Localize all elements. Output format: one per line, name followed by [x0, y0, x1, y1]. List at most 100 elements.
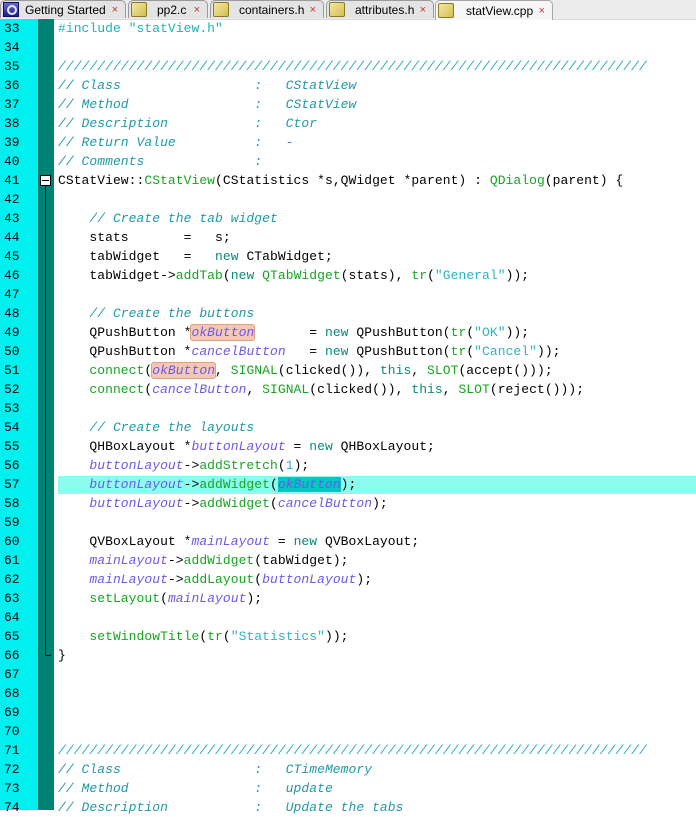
code-line[interactable]: 34 [0, 38, 696, 57]
code-line[interactable]: 50 QPushButton *cancelButton = new QPush… [0, 342, 696, 361]
code-line[interactable]: 35 //////////////////////////////////////… [0, 57, 696, 76]
code-token: ); [356, 572, 373, 587]
code-line[interactable]: 72 // Class : CTimeMemory [0, 760, 696, 779]
code-line[interactable]: 42 [0, 190, 696, 209]
app-icon [3, 2, 19, 17]
tab-containers-h[interactable]: containers.h × [210, 0, 324, 18]
code-line[interactable]: 64 [0, 608, 696, 627]
code-line[interactable]: 48 // Create the buttons [0, 304, 696, 323]
code-line[interactable]: 73 // Method : update [0, 779, 696, 798]
code-token: ( [160, 591, 168, 606]
line-number: 44 [4, 230, 20, 245]
tab-statview-cpp[interactable]: statView.cpp × [435, 0, 553, 20]
line-number: 69 [4, 705, 20, 720]
code-line[interactable]: 38 // Description : Ctor [0, 114, 696, 133]
code-line[interactable]: 41 CStatView::CStatView(CStatistics *s,QW… [0, 171, 696, 190]
code-text: // Class : CStatView [58, 76, 356, 95]
code-line[interactable]: 45 tabWidget = new CTabWidget; [0, 247, 696, 266]
code-token: QDialog [489, 173, 545, 188]
code-line[interactable]: 33 #include "statView.h" [0, 19, 696, 38]
code-token: , [246, 382, 263, 397]
close-icon[interactable]: × [112, 4, 118, 16]
code-line[interactable]: 49 QPushButton *okButton = new QPushButt… [0, 323, 696, 342]
code-line[interactable]: 68 [0, 684, 696, 703]
line-number: 71 [4, 743, 20, 758]
current-code-line[interactable]: 57 buttonLayout->addWidget(okButton); [0, 475, 696, 494]
line-number: 57 [4, 477, 20, 492]
code-line[interactable]: 46 tabWidget->addTab(new QTabWidget(stat… [0, 266, 696, 285]
code-line[interactable]: 36 // Class : CStatView [0, 76, 696, 95]
tab-getting-started[interactable]: Getting Started × [0, 0, 126, 18]
code-token: (clicked()), [277, 363, 380, 378]
code-line[interactable]: 71 //////////////////////////////////////… [0, 741, 696, 760]
code-token: QVBoxLayout; [317, 534, 420, 549]
code-token: , [411, 363, 428, 378]
code-line[interactable]: 40 // Comments : [0, 152, 696, 171]
fold-collapse-icon[interactable] [40, 175, 51, 186]
code-line[interactable]: 55 QHBoxLayout *buttonLayout = new QHBox… [0, 437, 696, 456]
cpp-file-icon [438, 3, 454, 18]
line-number: 48 [4, 306, 20, 321]
code-line[interactable]: 60 QVBoxLayout *mainLayout = new QVBoxLa… [0, 532, 696, 551]
close-icon[interactable]: × [420, 4, 426, 16]
code-line[interactable]: 56 buttonLayout->addStretch(1); [0, 456, 696, 475]
code-token: mainLayout [89, 553, 168, 568]
code-line[interactable]: 52 connect(cancelButton, SIGNAL(clicked(… [0, 380, 696, 399]
code-line[interactable]: 53 [0, 399, 696, 418]
code-token: )); [505, 268, 530, 283]
code-token: QPushButton * [58, 344, 192, 359]
code-line[interactable]: 37 // Method : CStatView [0, 95, 696, 114]
line-number: 54 [4, 420, 20, 435]
code-token: addTab [175, 268, 223, 283]
code-line[interactable]: 66} [0, 646, 696, 665]
code-line[interactable]: 63 setLayout(mainLayout); [0, 589, 696, 608]
code-token: // Description : Ctor [58, 116, 318, 131]
code-line[interactable]: 44 stats = s; [0, 228, 696, 247]
code-token: ( [270, 496, 278, 511]
close-icon[interactable]: × [194, 4, 200, 16]
code-token: // Class : CStatView [58, 78, 357, 93]
code-line[interactable]: 54 // Create the layouts [0, 418, 696, 437]
editor-tab-bar: Getting Started × pp2.c × containers.h ×… [0, 0, 696, 20]
code-token: buttonLayout [89, 458, 184, 473]
code-token: ( [277, 458, 286, 473]
line-number: 61 [4, 553, 20, 568]
code-line[interactable]: 62 mainLayout->addLayout(buttonLayout); [0, 570, 696, 589]
line-number: 36 [4, 78, 20, 93]
tab-attributes-h[interactable]: attributes.h × [326, 0, 434, 18]
code-text: stats = s; [58, 228, 231, 247]
code-line[interactable]: 67 [0, 665, 696, 684]
code-token: QPushButton * [58, 325, 192, 340]
code-token: = [285, 439, 310, 454]
code-line[interactable]: 47 [0, 285, 696, 304]
line-number: 37 [4, 97, 20, 112]
code-text: QVBoxLayout *mainLayout = new QVBoxLayou… [58, 532, 419, 551]
code-line[interactable]: 74 // Description : Update the tabs [0, 798, 696, 817]
code-token: SLOT [458, 382, 490, 397]
close-icon[interactable]: × [310, 4, 316, 16]
close-icon[interactable]: × [539, 5, 545, 17]
code-line[interactable]: 65 setWindowTitle(tr("Statistics")); [0, 627, 696, 646]
line-number: 46 [4, 268, 20, 283]
code-line[interactable]: 43 // Create the tab widget [0, 209, 696, 228]
code-line[interactable]: 39 // Return Value : - [0, 133, 696, 152]
tab-pp2-c[interactable]: pp2.c × [128, 0, 208, 18]
code-token: QVBoxLayout * [58, 534, 192, 549]
code-line[interactable]: 61 mainLayout->addWidget(tabWidget); [0, 551, 696, 570]
line-number: 34 [4, 40, 20, 55]
line-number: 45 [4, 249, 20, 264]
code-line[interactable]: 70 [0, 722, 696, 741]
tab-label: containers.h [239, 2, 305, 17]
code-line[interactable]: 58 buttonLayout->addWidget(cancelButton)… [0, 494, 696, 513]
code-token: // Create the layouts [89, 420, 255, 435]
code-line[interactable]: 51 connect(okButton, SIGNAL(clicked()), … [0, 361, 696, 380]
code-token: this [411, 382, 443, 397]
code-line[interactable]: 59 [0, 513, 696, 532]
line-number: 55 [4, 439, 20, 454]
code-text: // Description : Ctor [58, 114, 317, 133]
code-line[interactable]: 69 [0, 703, 696, 722]
code-token: ( [466, 344, 475, 359]
